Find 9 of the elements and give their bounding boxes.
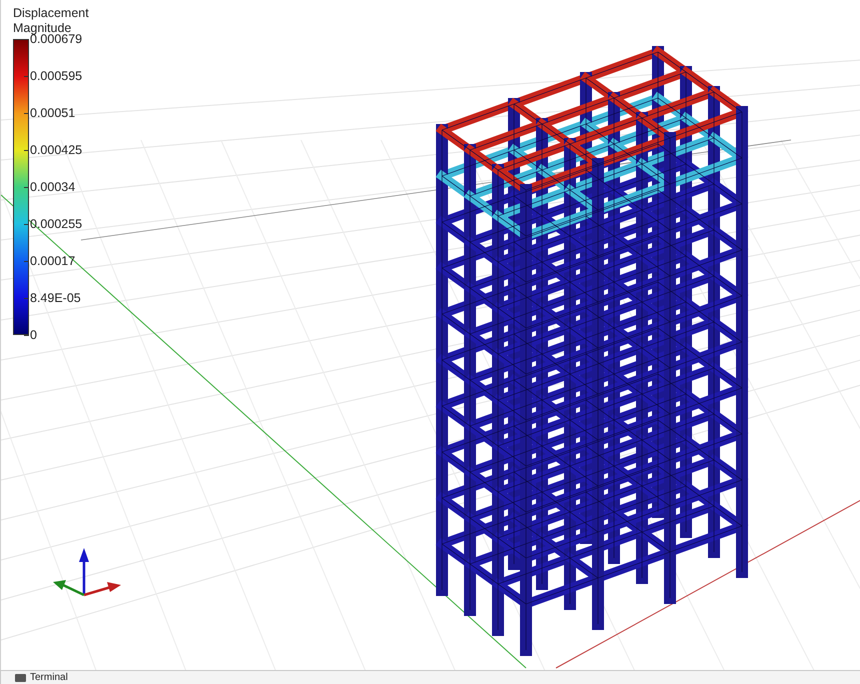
legend-tick-label: 0.00034 bbox=[30, 179, 76, 195]
legend-tick-label: 0.00017 bbox=[30, 253, 76, 269]
legend-tick-label: 8.49E-05 bbox=[30, 290, 81, 306]
legend-tick-label: 0.00051 bbox=[30, 105, 76, 121]
legend-tick-label: 0 bbox=[30, 327, 37, 343]
terminal-tab[interactable]: Terminal bbox=[30, 672, 68, 684]
legend-tick-label: 0.000595 bbox=[30, 68, 82, 84]
legend-tick-label: 0.000425 bbox=[30, 142, 82, 158]
legend-title: Displacement Magnitude bbox=[13, 6, 90, 35]
